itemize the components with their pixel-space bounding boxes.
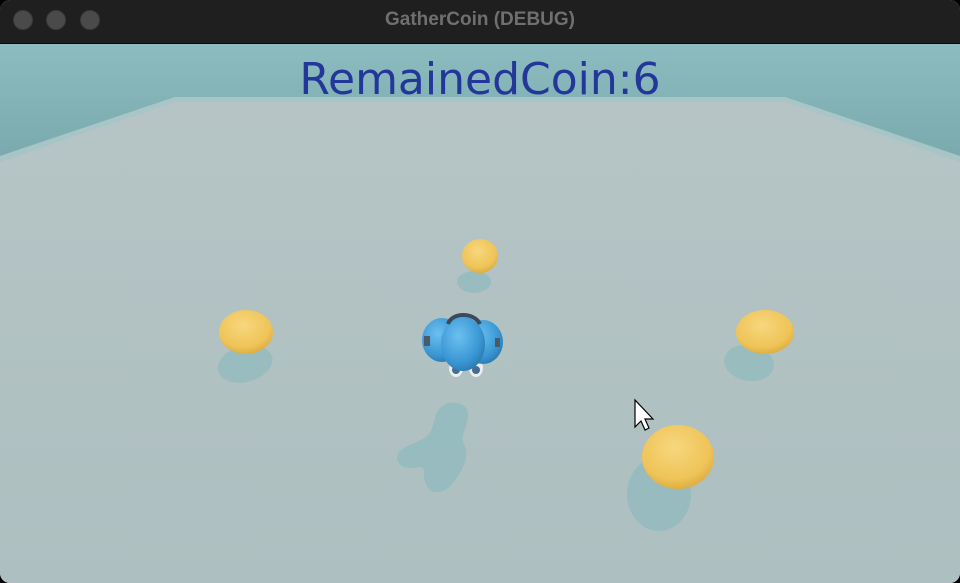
game-viewport[interactable]: RemainedCoin:6 (0, 44, 960, 583)
coin (219, 310, 273, 354)
game-scene (0, 44, 960, 583)
floor (0, 44, 960, 583)
player-detail (495, 338, 500, 347)
coin (736, 310, 794, 354)
coin (642, 425, 714, 489)
coin (462, 239, 498, 273)
game-window: GatherCoin (DEBUG) RemainedCoin:6 (0, 0, 960, 583)
player-detail (424, 336, 430, 346)
remained-coin-counter: RemainedCoin:6 (299, 54, 661, 105)
player-body (441, 317, 485, 371)
coin-shadow (457, 271, 491, 293)
title-bar[interactable]: GatherCoin (DEBUG) (0, 0, 960, 44)
window-title: GatherCoin (DEBUG) (385, 9, 575, 30)
